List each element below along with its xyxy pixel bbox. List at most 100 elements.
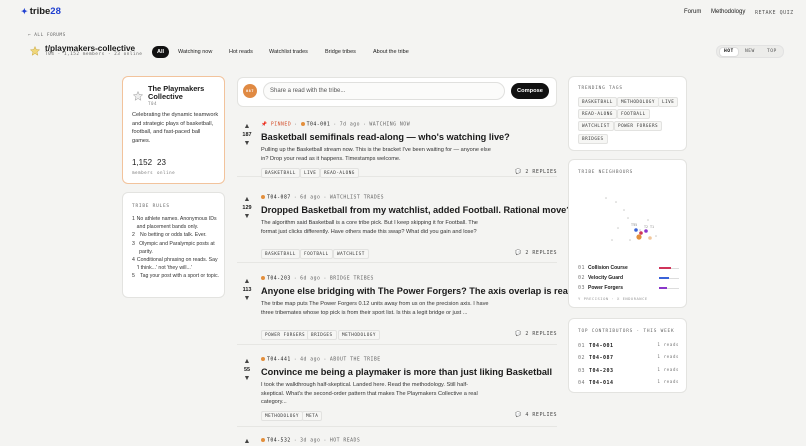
- map-point: [639, 231, 643, 235]
- neighbour-row[interactable]: 03 Power Forgers: [578, 283, 679, 293]
- rule-item: Conditional phrasing on reads. Say 'I th…: [136, 257, 218, 272]
- post-time: 7d ago: [339, 122, 361, 128]
- vote-widget: ▲ 113 ▼: [242, 278, 252, 303]
- contributor-row[interactable]: 02 T04-087 1 reads: [578, 352, 679, 364]
- rules-list: 1 No athlete names. Anonymous IDs and pla…: [132, 215, 220, 281]
- post-tag[interactable]: BRIDGES: [307, 330, 337, 340]
- upvote-icon[interactable]: ▲: [242, 438, 252, 446]
- upvote-icon[interactable]: ▲: [242, 278, 252, 286]
- retake-quiz-link[interactable]: RETAKE QUIZ: [755, 10, 794, 16]
- post-meta: T04-441 · 4d ago · ABOUT THE TRIBE: [261, 357, 381, 363]
- map-point: [636, 234, 642, 240]
- post-tag[interactable]: POWER FORGERS: [261, 330, 310, 340]
- back-to-forums-link[interactable]: ← ALL FORUMS: [28, 33, 66, 38]
- trending-tag[interactable]: METHODOLOGY: [617, 97, 659, 107]
- trending-heading: TRENDING TAGS: [578, 86, 623, 91]
- tab-all[interactable]: All: [152, 46, 170, 58]
- upvote-icon[interactable]: ▲: [242, 358, 252, 366]
- contributor-row[interactable]: 01 T04-001 1 reads: [578, 340, 679, 352]
- downvote-icon[interactable]: ▼: [242, 140, 252, 148]
- trending-tag[interactable]: FOOTBALL: [617, 109, 650, 119]
- post-author[interactable]: T04-441: [267, 358, 291, 363]
- vote-widget: ▲ 129 ▼: [242, 196, 252, 221]
- vote-count: 129: [242, 205, 252, 211]
- online-count: 23: [157, 158, 166, 167]
- post-body: Pulling up the Basketball stream now. Th…: [261, 147, 491, 162]
- post-category[interactable]: WATCHING NOW: [369, 123, 410, 128]
- site-logo[interactable]: ✦ tribe28: [21, 6, 61, 17]
- downvote-icon[interactable]: ▼: [242, 375, 252, 383]
- post-author[interactable]: T04-532: [267, 439, 291, 444]
- upvote-icon[interactable]: ▲: [242, 123, 252, 131]
- vote-widget: ▲: [242, 438, 252, 446]
- replies-count[interactable]: 💬 2 REPLIES: [515, 331, 557, 337]
- post-tag[interactable]: METHODOLOGY: [338, 330, 380, 340]
- sort-new[interactable]: NEW: [745, 49, 755, 54]
- compose-button[interactable]: Compose: [511, 83, 549, 99]
- post-time: 3d ago: [300, 438, 321, 444]
- post-title[interactable]: Anyone else bridging with The Power Forg…: [261, 286, 573, 296]
- sort-hot[interactable]: HOT: [719, 46, 739, 57]
- contributor-row[interactable]: 04 T04-014 1 reads: [578, 377, 679, 389]
- replies-count[interactable]: 💬 2 REPLIES: [515, 250, 557, 256]
- nav-link-forum[interactable]: Forum: [684, 9, 701, 15]
- rule-number: 3: [132, 240, 135, 247]
- trending-tag[interactable]: BRIDGES: [578, 134, 608, 144]
- post-tag[interactable]: BASKETBALL: [261, 168, 300, 178]
- post-tag[interactable]: LIVE: [300, 168, 321, 178]
- post-card[interactable]: ▲ 55 ▼ T04-441 · 4d ago · ABOUT THE TRIBE Co…: [237, 352, 557, 427]
- share-read-input[interactable]: Share a read with the tribe...: [263, 82, 505, 100]
- tribe-description: Celebrating the dynamic teamwork and str…: [132, 112, 219, 144]
- map-point: [634, 228, 638, 232]
- tab-bridge-tribes[interactable]: Bridge tribes: [320, 46, 361, 58]
- post-card[interactable]: ▲ 129 ▼ T04-087 · 6d ago · WATCHLIST TRADES …: [237, 188, 572, 263]
- tab-watchlist-trades[interactable]: Watchlist trades: [264, 46, 313, 58]
- tab-about-tribe[interactable]: About the tribe: [368, 46, 414, 58]
- post-card[interactable]: ▲ 113 ▼ T04-203 · 6d ago · BRIDGE TRIBES Any…: [237, 270, 573, 345]
- post-category[interactable]: WATCHLIST TRADES: [330, 196, 384, 201]
- post-author[interactable]: T04-001: [307, 123, 331, 128]
- post-card[interactable]: ▲ 187 ▼ 📌 PINNED · T04-001 · 7d ago · WATCHING…: [237, 117, 557, 178]
- tab-watching-now[interactable]: Watching now: [173, 46, 217, 58]
- comment-icon: 💬: [515, 331, 522, 337]
- map-point: [648, 236, 652, 240]
- replies-count[interactable]: 💬 2 REPLIES: [515, 169, 557, 175]
- nav-link-methodology[interactable]: Methodology: [711, 9, 745, 15]
- downvote-icon[interactable]: ▼: [242, 295, 252, 303]
- comment-icon: 💬: [515, 250, 522, 256]
- trending-tag[interactable]: POWER FORGERS: [614, 121, 663, 131]
- post-author[interactable]: T04-087: [267, 196, 291, 201]
- post-body: I took the walkthrough half-skeptical. L…: [261, 382, 478, 406]
- trending-tag[interactable]: LIVE: [658, 97, 679, 107]
- trending-tag[interactable]: BASKETBALL: [578, 97, 617, 107]
- replies-count[interactable]: 💬 4 REPLIES: [515, 412, 557, 418]
- post-category[interactable]: ABOUT THE TRIBE: [330, 358, 381, 363]
- trending-tag[interactable]: READ-ALONG: [578, 109, 617, 119]
- post-tag[interactable]: FOOTBALL: [300, 249, 333, 259]
- sort-top[interactable]: TOP: [767, 49, 777, 54]
- post-title[interactable]: Dropped Basketball from my watchlist, ad…: [261, 205, 572, 215]
- downvote-icon[interactable]: ▼: [242, 213, 252, 221]
- post-time: 4d ago: [300, 357, 321, 363]
- forum-stats: T04 · 1,152 members · 23 online: [45, 52, 143, 57]
- post-author[interactable]: T04-203: [267, 277, 291, 282]
- upvote-icon[interactable]: ▲: [242, 196, 252, 204]
- post-tag[interactable]: META: [302, 411, 323, 421]
- tab-hot-reads[interactable]: Hot reads: [224, 46, 258, 58]
- post-category[interactable]: HOT READS: [330, 439, 361, 444]
- post-tag[interactable]: BASKETBALL: [261, 249, 300, 259]
- neighbour-row[interactable]: 01 Collision Course: [578, 263, 679, 273]
- post-tag[interactable]: READ-ALONG: [320, 168, 359, 178]
- post-card[interactable]: ▲ T04-532 · 3d ago · HOT READS: [237, 432, 557, 446]
- post-title[interactable]: Convince me being a playmaker is more th…: [261, 367, 552, 377]
- post-tag[interactable]: WATCHLIST: [333, 249, 369, 259]
- post-tag[interactable]: METHODOLOGY: [261, 411, 303, 421]
- post-title[interactable]: Basketball semifinals read-along — who's…: [261, 132, 510, 142]
- contributor-row[interactable]: 03 T04-203 1 reads: [578, 365, 679, 377]
- tribe-rules-card: TRIBE RULES 1 No athlete names. Anonymous…: [122, 192, 225, 298]
- rule-item: Tag your post with a sport or topic.: [140, 273, 220, 280]
- vote-widget: ▲ 55 ▼: [242, 358, 252, 383]
- neighbour-row[interactable]: 02 Velocity Guard: [578, 273, 679, 283]
- trending-tag[interactable]: WATCHLIST: [578, 121, 614, 131]
- post-category[interactable]: BRIDGE TRIBES: [330, 277, 374, 282]
